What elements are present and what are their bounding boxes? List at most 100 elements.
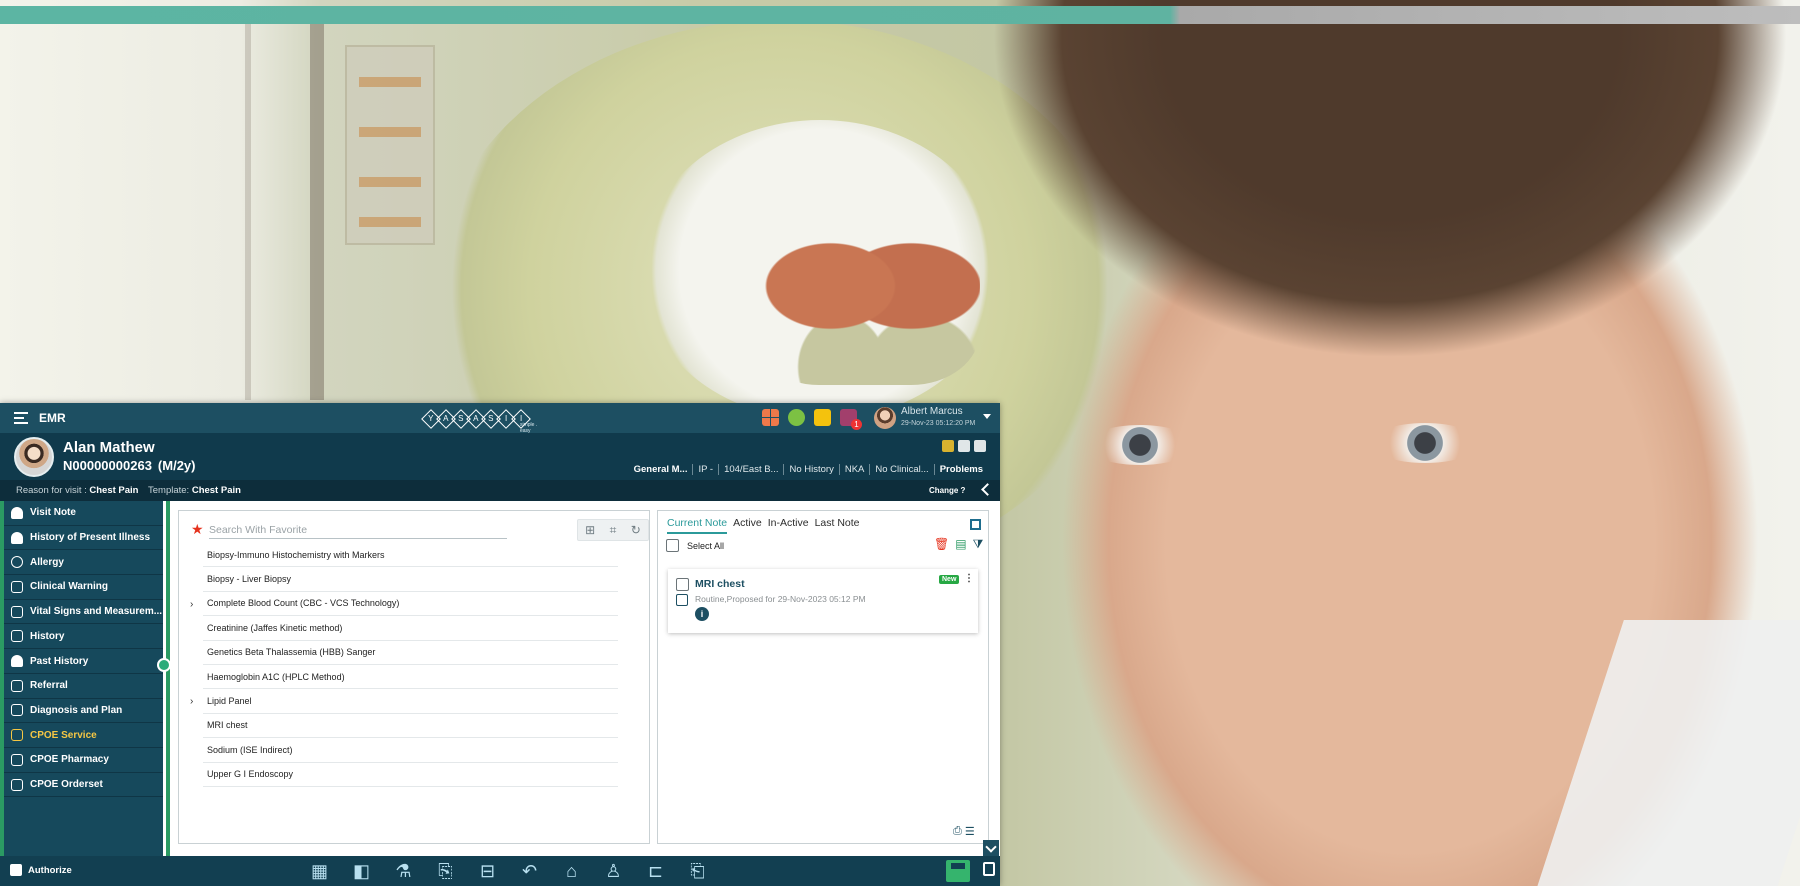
calendar-icon[interactable]: ▦ [306, 859, 333, 883]
sidebar-item-clinical-warning[interactable]: Clinical Warning [4, 575, 163, 600]
person-icon [11, 531, 23, 544]
sidebar-item-visit-note[interactable]: Visit Note [4, 501, 163, 526]
note-card[interactable]: MRI chest Routine,Proposed for 29-Nov-20… [668, 569, 978, 633]
share-icon[interactable] [974, 440, 986, 452]
sidebar-item-allergy[interactable]: Allergy [4, 550, 163, 576]
report-icon[interactable]: ⎗ [684, 859, 711, 883]
filter-icon[interactable]: ⧩ [973, 538, 984, 550]
list-tools: ⊞ ⌗ ↻ [577, 519, 649, 541]
patient-department[interactable]: General M... [629, 464, 693, 475]
scanner-icon[interactable]: ⊟ [474, 859, 501, 883]
select-all[interactable]: Select All [666, 539, 724, 552]
service-item[interactable]: › Complete Blood Count (CBC - VCS Technol… [190, 592, 618, 617]
clipboard-icon[interactable]: ⎘ [432, 859, 459, 883]
patient-allergy[interactable]: NKA [838, 464, 870, 475]
sidebar-item-diagnosis-plan[interactable]: Diagnosis and Plan [4, 699, 163, 724]
chevron-down-icon[interactable] [983, 414, 991, 419]
grid-view-icon[interactable]: ⊞ [585, 523, 595, 537]
document-icon[interactable]: ▤ [955, 538, 966, 550]
print-icon[interactable]: ⎙ [953, 825, 962, 838]
man-hair [990, 0, 1790, 360]
pharmacy-icon [11, 753, 23, 766]
bottom-bar: Authorize ▦ ◧ ⚗ ⎘ ⊟ ↶ ⌂ ♙ ⊏ ⎗ [0, 856, 1000, 886]
new-badge: New [939, 575, 960, 584]
authorize[interactable]: Authorize [10, 864, 72, 876]
notification-icon[interactable]: 1 [840, 409, 862, 430]
warning-icon [11, 580, 23, 593]
eye-icon[interactable] [958, 440, 970, 452]
undo-icon[interactable]: ↶ [516, 859, 543, 883]
note-checkbox[interactable] [676, 578, 689, 591]
service-item[interactable]: Genetics Beta Thalassemia (HBB) Sanger [203, 641, 618, 665]
patient-history[interactable]: No History [783, 464, 838, 475]
note-panel: Current Note Active In-Active Last Note … [657, 510, 989, 844]
tree-view-icon[interactable]: ⌗ [610, 523, 617, 538]
service-item[interactable]: MRI chest [203, 714, 618, 739]
chat-icon[interactable] [788, 409, 805, 426]
title-bar: EMR YASASII simple . easy 1 Albert Marcu… [0, 403, 1000, 434]
lock-icon[interactable] [983, 862, 995, 876]
chevron-down-icon[interactable] [983, 840, 999, 856]
sidebar-item-vital-signs[interactable]: Vital Signs and Measurem... [4, 600, 163, 625]
note-tabs: Current Note Active In-Active Last Note [667, 517, 860, 534]
favorite-star-icon[interactable]: ★ [191, 521, 204, 538]
sidebar-item-history[interactable]: History [4, 625, 163, 650]
sidebar-item-cpoe-service[interactable]: CPOE Service [4, 723, 163, 748]
save-icon[interactable] [946, 860, 970, 882]
note-footer-actions: ⎙ ☰ [953, 825, 975, 838]
hamburger-menu-icon[interactable] [14, 412, 30, 424]
sidebar-item-history-present-illness[interactable]: History of Present Illness [4, 526, 163, 551]
chevron-right-icon[interactable]: › [190, 599, 193, 610]
patient-banner: Alan Mathew N00000000263 (M/2y) General M… [0, 433, 1000, 480]
info-icon[interactable]: i [695, 607, 709, 621]
more-options-icon[interactable]: ⋮ [964, 573, 974, 584]
left-eye [1085, 425, 1195, 465]
patient-clinical[interactable]: No Clinical... [869, 464, 933, 475]
patient-avatar [14, 437, 54, 477]
chevron-left-icon[interactable] [981, 483, 994, 496]
service-item[interactable]: Creatinine (Jaffes Kinetic method) [203, 616, 618, 641]
tab-current-note[interactable]: Current Note [667, 517, 728, 534]
apps-grid-icon[interactable] [762, 409, 779, 426]
note-actions: 🗑 ▤ ⧩ [934, 538, 983, 550]
patient-id: N00000000263 (M/2y) [63, 458, 196, 473]
sidebar-item-past-history[interactable]: Past History [4, 649, 163, 674]
service-item[interactable]: Biopsy-Immuno Histochemistry with Marker… [203, 543, 618, 568]
template: Template: Chest Pain [148, 485, 241, 496]
service-item[interactable]: Sodium (ISE Indirect) [203, 738, 618, 763]
tab-inactive[interactable]: In-Active [768, 517, 809, 534]
sidebar-item-cpoe-pharmacy[interactable]: CPOE Pharmacy [4, 748, 163, 773]
note-subtitle: Routine,Proposed for 29-Nov-2023 05:12 P… [695, 594, 866, 604]
service-item[interactable]: Haemoglobin A1C (HPLC Method) [203, 665, 618, 690]
sticky-note-icon[interactable] [814, 409, 831, 426]
service-item[interactable]: Upper G I Endoscopy [203, 763, 618, 787]
chevron-right-icon[interactable]: › [190, 696, 193, 707]
patient-icon[interactable]: ♙ [600, 859, 627, 883]
sidebar-item-cpoe-orderset[interactable]: CPOE Orderset [4, 773, 163, 798]
authorize-checkbox[interactable] [10, 864, 22, 876]
sidebar-item-referral[interactable]: Referral [4, 674, 163, 699]
service-item[interactable]: › Lipid Panel [190, 689, 618, 714]
sidebar-toggle-button[interactable] [157, 658, 171, 672]
tab-active[interactable]: Active [733, 517, 762, 534]
lab-flask-icon[interactable]: ⚗ [390, 859, 417, 883]
user-avatar[interactable] [874, 407, 896, 429]
expand-icon[interactable] [970, 519, 981, 530]
patient-problems[interactable]: Problems [933, 464, 988, 475]
search-input[interactable] [209, 521, 507, 539]
orderset-icon [11, 778, 23, 791]
patient-bed[interactable]: 104/East B... [718, 464, 783, 475]
tab-last-note[interactable]: Last Note [815, 517, 860, 534]
bed-icon[interactable]: ⊏ [642, 859, 669, 883]
change-template-link[interactable]: Change ? [929, 486, 965, 495]
refresh-icon[interactable]: ↻ [631, 523, 641, 537]
sticky-note-icon[interactable] [942, 440, 954, 452]
book-icon[interactable]: ◧ [348, 859, 375, 883]
patient-age-gender: (M/2y) [157, 458, 196, 473]
service-item[interactable]: Biopsy - Liver Biopsy [203, 567, 618, 592]
list-icon[interactable]: ☰ [965, 825, 975, 838]
select-all-checkbox[interactable] [666, 539, 679, 552]
app-name: EMR [39, 411, 66, 425]
home-icon[interactable]: ⌂ [558, 859, 585, 883]
delete-icon[interactable]: 🗑 [934, 538, 949, 550]
